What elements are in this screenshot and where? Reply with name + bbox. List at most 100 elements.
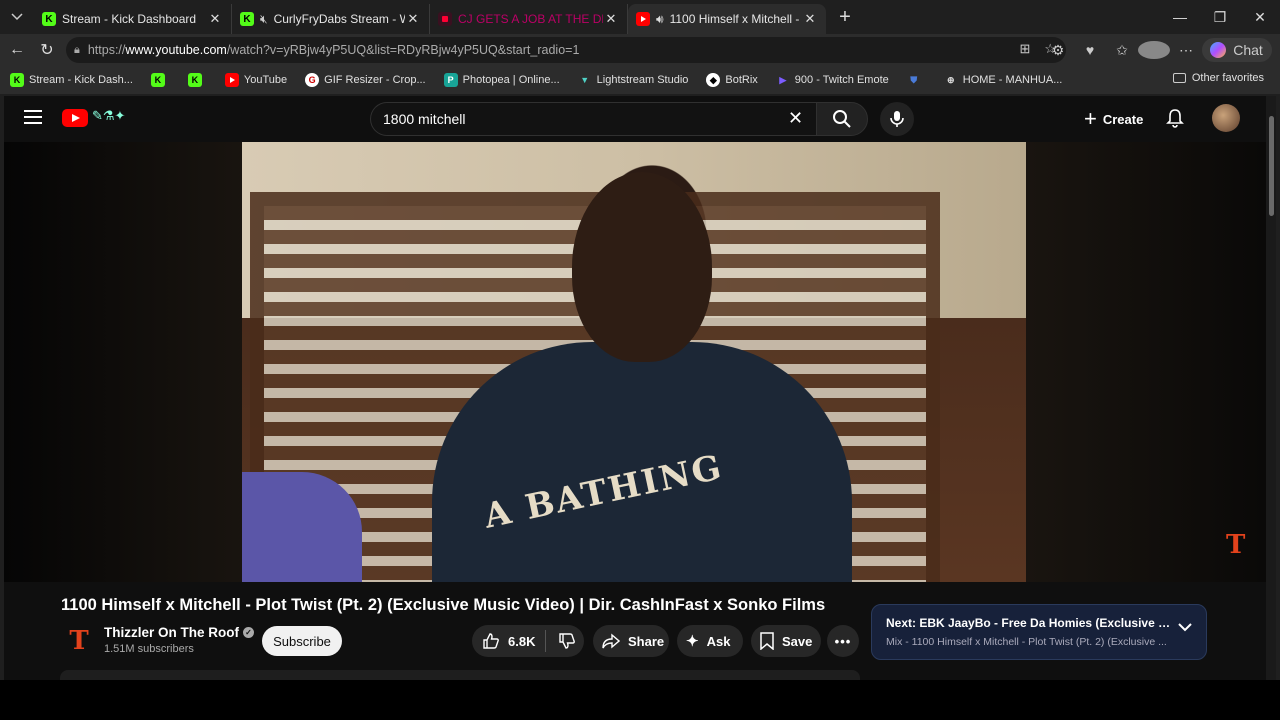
bookmark-twitch-emote[interactable]: ▶ 900 - Twitch Emote (776, 73, 888, 87)
bookmark-label: Photopea | Online... (462, 74, 560, 86)
tab-strip: K Stream - Kick Dashboard ✕ K 🔇︎ CurlyFr… (0, 0, 1280, 34)
close-tab-icon[interactable]: ✕ (603, 11, 619, 27)
kick-logo-icon: K (42, 12, 56, 26)
restore-icon[interactable]: ❐ (1200, 0, 1240, 34)
video-frame[interactable]: A BATHING (242, 142, 1026, 582)
kick-logo-icon: K (150, 73, 165, 87)
profile-icon[interactable] (1138, 41, 1170, 59)
new-tab-button[interactable]: + (830, 2, 860, 32)
app-available-icon[interactable]: ⊞ (1019, 41, 1030, 57)
account-avatar[interactable] (1212, 104, 1240, 132)
plus-icon: + (1084, 106, 1097, 131)
tab-actions-menu-icon[interactable] (0, 0, 34, 34)
shield-icon: ⛊ (910, 74, 918, 85)
like-button[interactable]: 6.8K (472, 630, 547, 652)
address-toolbar: ← ↻ 🔒︎ https://www.youtube.com/watch?v=y… (0, 34, 1280, 66)
save-label: Save (782, 633, 813, 649)
other-favorites[interactable]: Other favorites (1172, 72, 1264, 84)
tab-plot-twist-video[interactable]: 🔊︎ 1100 Himself x Mitchell - Plot ✕ (628, 4, 826, 34)
search-input[interactable]: 1800 mitchell (370, 102, 816, 136)
notifications-bell-icon[interactable] (1166, 108, 1184, 128)
video-blanket (242, 472, 362, 582)
botrix-icon: ◆ (706, 73, 721, 87)
favorites-icon[interactable]: ✩ (1106, 42, 1138, 59)
twitch-emote-icon: ▶ (779, 74, 787, 85)
bookmark-label: GIF Resizer - Crop... (324, 74, 426, 86)
close-window-icon[interactable]: ✕ (1240, 0, 1280, 34)
hamburger-menu-icon[interactable] (24, 110, 42, 124)
back-arrow-icon[interactable]: ← (2, 35, 32, 65)
bookmark-shield[interactable]: ⛊ (907, 73, 926, 87)
bookmark-photopea[interactable]: P Photopea | Online... (443, 73, 560, 87)
search-button[interactable] (816, 102, 868, 136)
bookmark-label: Stream - Kick Dash... (29, 74, 133, 86)
tab-title: CJ GETS A JOB AT THE DEALERSHI (458, 12, 603, 26)
channel-name[interactable]: Thizzler On The Roof ✓ (104, 625, 254, 640)
more-actions-icon[interactable]: ••• (827, 625, 859, 657)
create-button[interactable]: + Create (1072, 102, 1155, 136)
like-dislike-group: 6.8K (472, 625, 584, 657)
browser-essentials-icon[interactable]: ♥ (1074, 42, 1106, 58)
chat-label: Chat (1233, 42, 1263, 58)
ask-label: Ask (706, 633, 731, 649)
youtube-logo[interactable] (62, 109, 88, 127)
bookmark-lightstream[interactable]: ▼ Lightstream Studio (578, 73, 688, 87)
bookmark-label: BotRix (725, 74, 758, 86)
site-info-icon[interactable]: 🔒︎ (74, 44, 80, 57)
up-next-card[interactable]: Next: EBK JaayBo - Free Da Homies (Exclu… (871, 604, 1207, 660)
tab-curlyfrydabs-stream[interactable]: K 🔇︎ CurlyFryDabs Stream - Watch ✕ (232, 4, 430, 34)
video-player[interactable]: A BATHING T (4, 142, 1266, 582)
youtube-icon (438, 12, 452, 26)
bookmark-youtube[interactable]: YouTube (224, 73, 288, 87)
search-icon (833, 110, 851, 128)
bookmark-kick-1[interactable]: K (150, 73, 170, 87)
minimize-icon[interactable]: — (1160, 0, 1200, 34)
bookmark-kick-2[interactable]: K (187, 73, 207, 87)
chevron-down-icon[interactable] (1178, 623, 1192, 632)
copilot-chat-button[interactable]: Chat (1202, 38, 1272, 62)
address-bar[interactable]: 🔒︎ https://www.youtube.com/watch?v=yRBjw… (66, 37, 1066, 63)
youtube-masthead: ✎⚗✦ 1800 mitchell ✕ + Create (4, 96, 1266, 142)
channel-name-text: Thizzler On The Roof (104, 625, 239, 640)
copilot-icon (1210, 42, 1226, 58)
tab-cj-gets-a-job[interactable]: CJ GETS A JOB AT THE DEALERSHI ✕ (430, 4, 628, 34)
like-count: 6.8K (508, 633, 536, 649)
clear-search-icon[interactable]: ✕ (788, 108, 803, 129)
voice-search-button[interactable] (880, 102, 914, 136)
share-button[interactable]: Share (593, 625, 669, 657)
thumbs-up-icon (483, 633, 499, 649)
channel-avatar[interactable]: T (64, 626, 94, 656)
tab-title: 1100 Himself x Mitchell - Plot (669, 12, 802, 26)
speaker-icon[interactable]: 🔊︎ (656, 12, 664, 27)
muted-speaker-icon[interactable]: 🔇︎ (260, 12, 268, 27)
globe-icon: ⊕ (946, 74, 955, 85)
bookmark-botrix[interactable]: ◆ BotRix (706, 73, 758, 87)
page-scrollbar[interactable] (1266, 96, 1276, 680)
extensions-icon[interactable]: ⚙ (1042, 42, 1074, 59)
scrollbar-thumb[interactable] (1269, 116, 1274, 216)
bookmark-label: YouTube (243, 74, 288, 86)
bookmark-home-manhua[interactable]: ⊕ HOME - MANHUA... (944, 73, 1063, 87)
channel-watermark-icon[interactable]: T (1226, 530, 1245, 560)
tab-title: CurlyFryDabs Stream - Watch (273, 12, 405, 26)
description-box-edge (60, 670, 860, 680)
bookmark-stream-kick-dash[interactable]: K Stream - Kick Dash... (10, 73, 133, 87)
bookmark-icon (760, 632, 774, 650)
tab-kick-dashboard[interactable]: K Stream - Kick Dashboard ✕ (34, 4, 232, 34)
video-person-body (432, 342, 852, 582)
dislike-button[interactable] (546, 632, 576, 650)
more-menu-icon[interactable]: ⋯ (1170, 42, 1202, 59)
bookmark-label: HOME - MANHUA... (962, 74, 1063, 86)
close-tab-icon[interactable]: ✕ (207, 11, 223, 27)
verified-check-icon: ✓ (243, 627, 254, 638)
ask-button[interactable]: ✦ Ask (677, 625, 743, 657)
subscribe-button[interactable]: Subscribe (262, 626, 342, 656)
save-button[interactable]: Save (751, 625, 821, 657)
youtube-doodle-icon[interactable]: ✎⚗✦ (92, 108, 125, 124)
close-tab-icon[interactable]: ✕ (802, 11, 818, 27)
other-favorites-label: Other favorites (1191, 72, 1264, 84)
close-tab-icon[interactable]: ✕ (405, 11, 421, 27)
share-label: Share (628, 633, 665, 649)
bookmark-gif-resizer[interactable]: G GIF Resizer - Crop... (305, 73, 426, 87)
refresh-icon[interactable]: ↻ (32, 35, 62, 65)
